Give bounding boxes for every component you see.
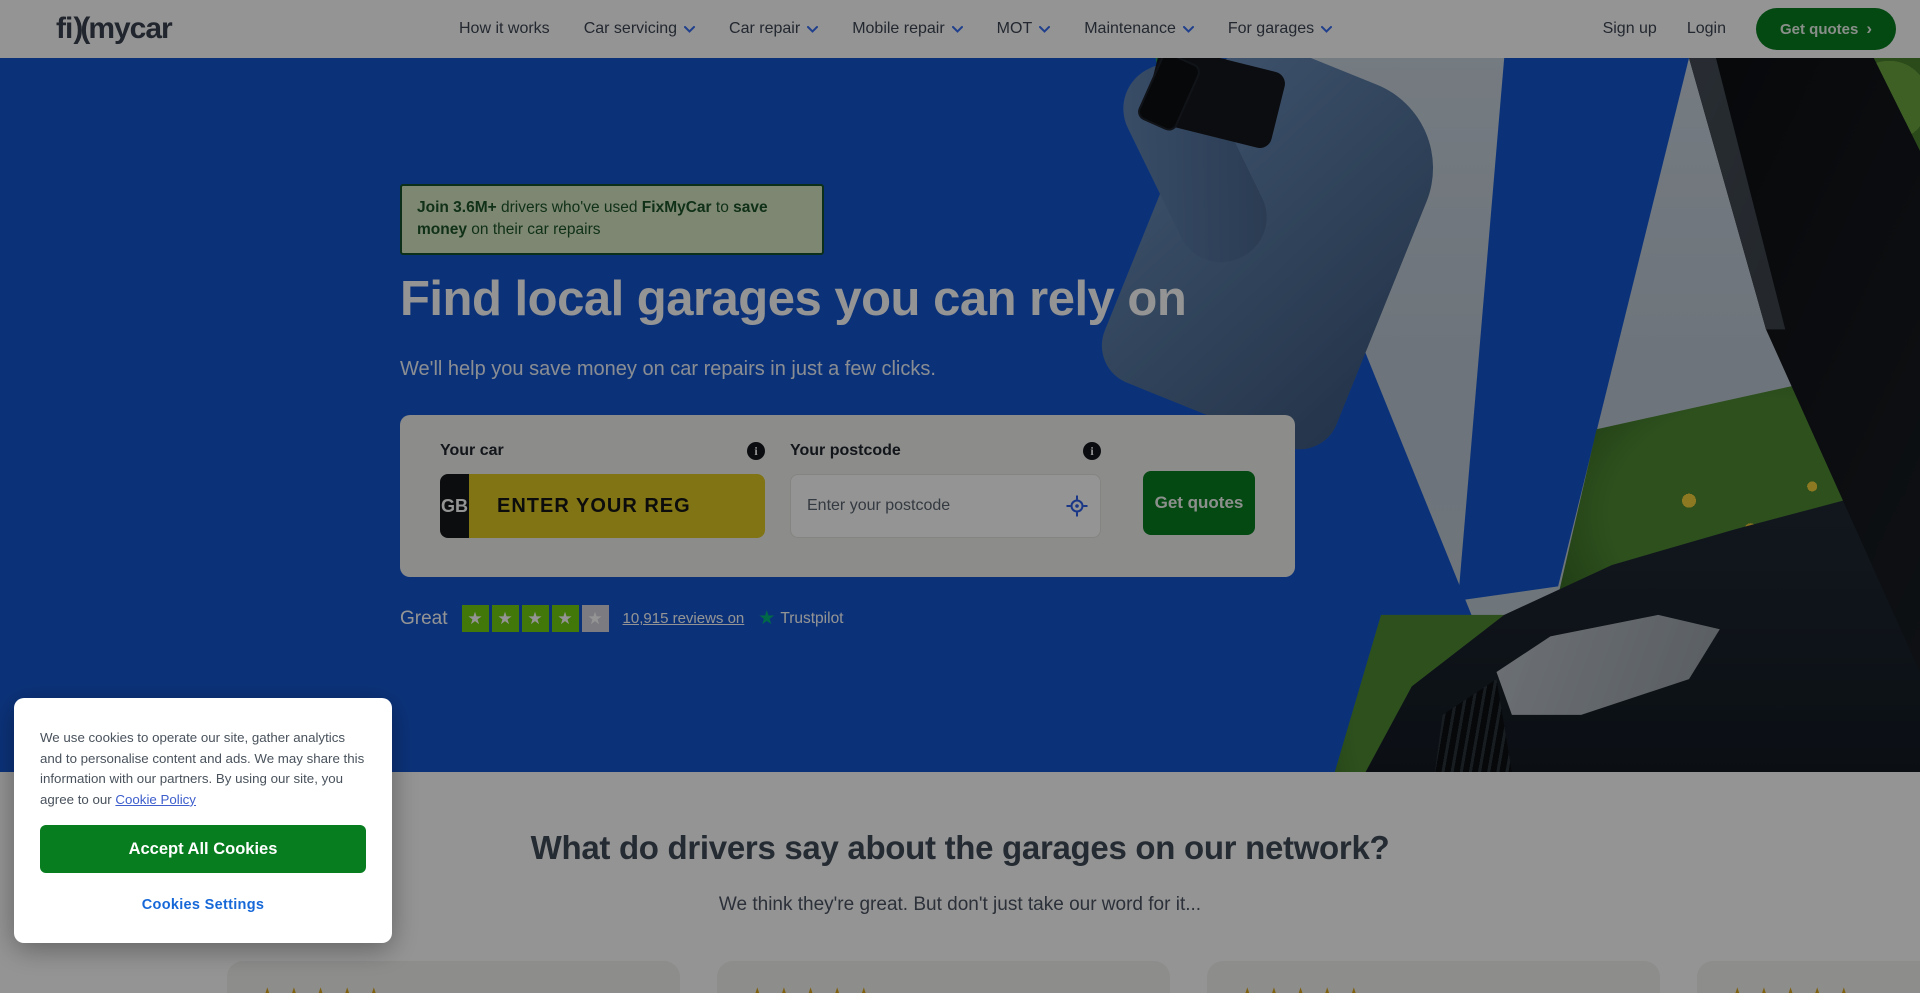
cookie-policy-link[interactable]: Cookie Policy <box>115 792 196 807</box>
accept-all-cookies-button[interactable]: Accept All Cookies <box>40 825 366 873</box>
cookie-message: We use cookies to operate our site, gath… <box>40 728 366 810</box>
cookie-consent-dialog: We use cookies to operate our site, gath… <box>14 698 392 943</box>
cookies-settings-link[interactable]: Cookies Settings <box>142 897 264 913</box>
cookie-message-text: We use cookies to operate our site, gath… <box>40 730 364 807</box>
page: fi)(mycar How it works Car servicing Car… <box>0 0 1920 993</box>
